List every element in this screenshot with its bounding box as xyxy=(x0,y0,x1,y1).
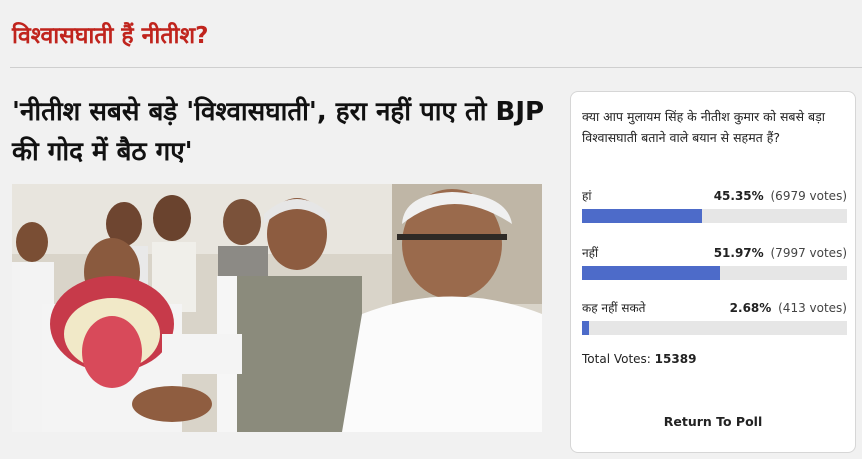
article-photo[interactable] xyxy=(12,184,542,432)
article-headline[interactable]: 'नीतीश सबसे बड़े 'विश्वासघाती', हरा नहीं… xyxy=(12,92,552,172)
option-label: नहीं xyxy=(582,246,599,260)
option-votes: (7997 votes) xyxy=(770,246,848,260)
result-bar-fill xyxy=(582,321,590,335)
total-votes-label: Total Votes: xyxy=(582,352,651,366)
result-bar-track xyxy=(582,209,847,223)
divider xyxy=(10,67,862,68)
option-votes: (413 votes) xyxy=(778,301,847,315)
total-votes: Total Votes: 15389 xyxy=(582,352,696,366)
poll-option-no: नहीं 51.97% (7997 votes) xyxy=(582,244,847,280)
return-to-poll-button[interactable]: Return To Poll xyxy=(571,414,855,429)
result-bar-fill xyxy=(582,209,703,223)
result-bar-track xyxy=(582,321,847,335)
option-label: कह नहीं सकते xyxy=(582,301,646,315)
poll-option-yes: हां 45.35% (6979 votes) xyxy=(582,187,847,223)
poll-widget: क्या आप मुलायम सिंह के नीतीश कुमार को सब… xyxy=(570,91,856,453)
option-percent: 2.68% xyxy=(729,301,772,315)
option-percent: 51.97% xyxy=(713,246,764,260)
photo-illustration xyxy=(12,184,542,432)
section-title[interactable]: विश्वासघाती हैं नीतीश? xyxy=(12,18,208,50)
result-bar-fill xyxy=(582,266,720,280)
poll-question: क्या आप मुलायम सिंह के नीतीश कुमार को सब… xyxy=(582,109,826,145)
poll-option-cant-say: कह नहीं सकते 2.68% (413 votes) xyxy=(582,299,847,335)
option-label: हां xyxy=(582,189,592,203)
total-votes-value: 15389 xyxy=(654,352,697,366)
result-bar-track xyxy=(582,266,847,280)
option-percent: 45.35% xyxy=(713,189,764,203)
option-votes: (6979 votes) xyxy=(770,189,848,203)
